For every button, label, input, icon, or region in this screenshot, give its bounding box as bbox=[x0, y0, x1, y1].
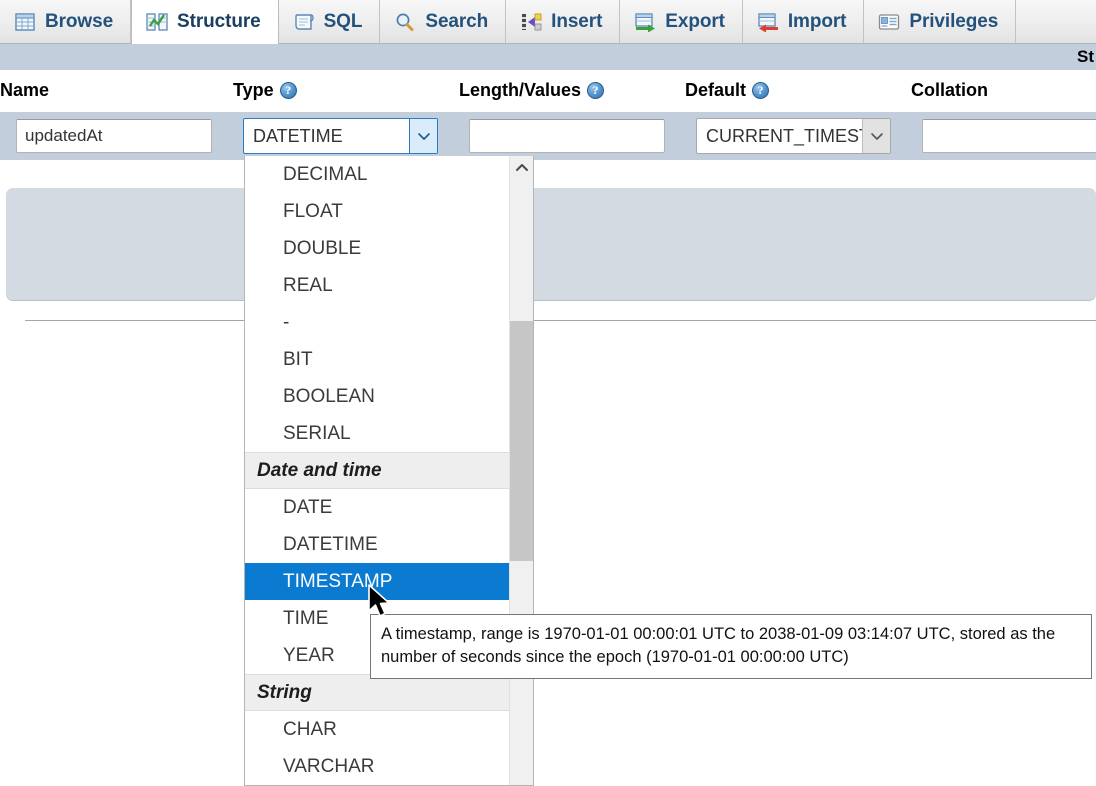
tab-sql[interactable]: SQL bbox=[279, 0, 381, 43]
section-divider bbox=[25, 320, 1096, 321]
column-header-name: Name bbox=[0, 80, 49, 101]
dropdown-option[interactable]: REAL bbox=[245, 267, 511, 304]
tab-browse[interactable]: Browse bbox=[0, 0, 131, 43]
collation-input[interactable] bbox=[922, 119, 1096, 153]
column-header-label: Name bbox=[0, 80, 49, 101]
tab-label: Search bbox=[425, 11, 488, 33]
default-value-text: CURRENT_TIMEST bbox=[697, 119, 862, 153]
dropdown-option[interactable]: DOUBLE bbox=[245, 230, 511, 267]
chevron-down-icon[interactable] bbox=[862, 119, 890, 153]
tab-insert[interactable]: Insert bbox=[506, 0, 620, 43]
structure-content-panel bbox=[6, 188, 1096, 300]
dropdown-option[interactable]: DATE bbox=[245, 489, 511, 526]
main-tab-bar: Browse Structure bbox=[0, 0, 1096, 44]
dropdown-option[interactable]: BOOLEAN bbox=[245, 378, 511, 415]
tab-label: Insert bbox=[551, 11, 602, 33]
sub-header-label: St bbox=[1077, 47, 1094, 67]
tab-label: Privileges bbox=[909, 11, 998, 33]
scroll-up-arrow-icon[interactable] bbox=[510, 156, 534, 178]
column-header-type: Type ? bbox=[233, 80, 297, 101]
length-values-input[interactable] bbox=[469, 119, 665, 153]
column-header-label: Collation bbox=[911, 80, 988, 101]
tab-search[interactable]: Search bbox=[380, 0, 506, 43]
column-type-dropdown-list[interactable]: DECIMALFLOATDOUBLEREAL-BITBOOLEANSERIALD… bbox=[244, 156, 534, 786]
scrollbar-thumb[interactable] bbox=[510, 321, 534, 561]
insert-row-icon bbox=[520, 12, 542, 32]
dropdown-option[interactable]: SERIAL bbox=[245, 415, 511, 452]
chevron-down-icon[interactable] bbox=[409, 119, 437, 153]
default-value-select[interactable]: CURRENT_TIMEST bbox=[696, 118, 891, 154]
table-grid-icon bbox=[14, 12, 36, 32]
dropdown-options-container: DECIMALFLOATDOUBLEREAL-BITBOOLEANSERIALD… bbox=[245, 156, 511, 786]
tab-label: Export bbox=[665, 11, 725, 33]
tab-privileges[interactable]: Privileges bbox=[864, 0, 1016, 43]
dropdown-option[interactable]: - bbox=[245, 304, 511, 341]
dropdown-option[interactable]: VARCHAR bbox=[245, 748, 511, 785]
dropdown-option[interactable]: FLOAT bbox=[245, 193, 511, 230]
column-header-label: Length/Values bbox=[459, 80, 581, 101]
sub-header-bar: St bbox=[0, 44, 1096, 70]
help-icon[interactable]: ? bbox=[280, 82, 297, 99]
dropdown-option[interactable]: TIMESTAMP bbox=[245, 563, 511, 600]
tab-label: SQL bbox=[324, 11, 363, 33]
tab-label: Structure bbox=[177, 11, 261, 33]
column-definition-row: DATETIME CURRENT_TIMEST bbox=[0, 112, 1096, 160]
tab-structure[interactable]: Structure bbox=[131, 0, 279, 44]
type-description-tooltip: A timestamp, range is 1970-01-01 00:00:0… bbox=[370, 614, 1092, 679]
column-header-row: Name Type ? Length/Values ? Default ? Co… bbox=[0, 70, 1096, 112]
column-type-select[interactable]: DATETIME bbox=[243, 118, 438, 154]
tab-label: Browse bbox=[45, 11, 113, 33]
column-header-default: Default ? bbox=[685, 80, 769, 101]
tab-import[interactable]: Import bbox=[743, 0, 865, 43]
structure-icon bbox=[146, 12, 168, 32]
dropdown-option[interactable]: DECIMAL bbox=[245, 156, 511, 193]
tab-export[interactable]: Export bbox=[620, 0, 743, 43]
column-header-label: Type bbox=[233, 80, 274, 101]
dropdown-group-header: Date and time bbox=[245, 452, 511, 489]
dropdown-scrollbar[interactable] bbox=[509, 156, 533, 786]
column-header-collation: Collation bbox=[911, 80, 988, 101]
import-icon bbox=[757, 12, 779, 32]
column-header-length-values: Length/Values ? bbox=[459, 80, 604, 101]
help-icon[interactable]: ? bbox=[587, 82, 604, 99]
help-icon[interactable]: ? bbox=[752, 82, 769, 99]
dropdown-option[interactable]: BIT bbox=[245, 341, 511, 378]
column-name-input[interactable] bbox=[16, 119, 212, 153]
dropdown-option[interactable]: CHAR bbox=[245, 711, 511, 748]
column-type-value: DATETIME bbox=[244, 119, 409, 153]
privileges-icon bbox=[878, 12, 900, 32]
tab-label: Import bbox=[788, 11, 847, 33]
magnifier-icon bbox=[394, 12, 416, 32]
dropdown-option[interactable]: DATETIME bbox=[245, 526, 511, 563]
column-header-label: Default bbox=[685, 80, 746, 101]
dropdown-group-header: String bbox=[245, 674, 511, 711]
sql-scroll-icon bbox=[293, 12, 315, 32]
export-icon bbox=[634, 12, 656, 32]
